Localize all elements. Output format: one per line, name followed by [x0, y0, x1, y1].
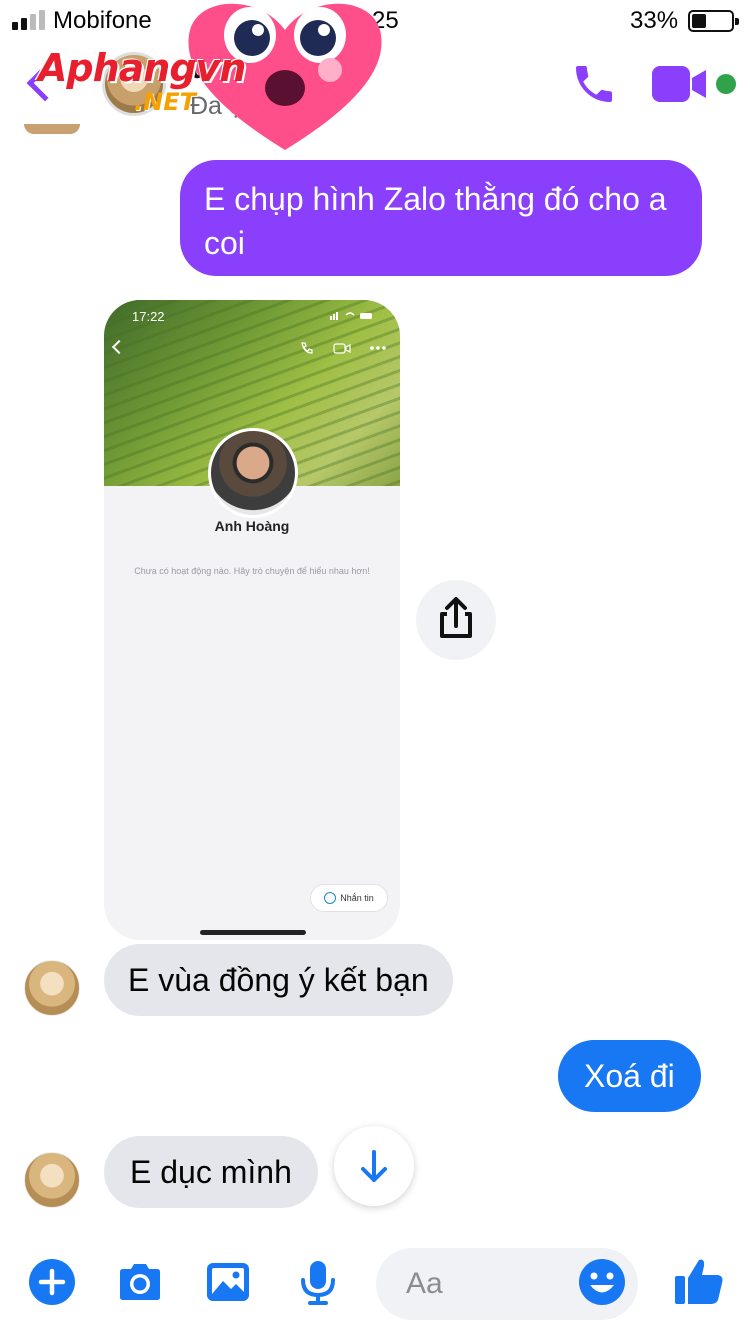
call-icon[interactable]: [570, 60, 618, 108]
profile-name: Anh Hoàng: [214, 518, 290, 534]
video-icon[interactable]: [652, 62, 708, 106]
mic-icon[interactable]: [294, 1258, 342, 1306]
contact-name[interactable]: uyen: [190, 50, 262, 86]
contact-status: Đa ộng: [190, 92, 271, 120]
message-bubble-incoming[interactable]: E dục mình: [104, 1136, 318, 1208]
shot-clock: 17:22: [132, 309, 165, 324]
clock: 25: [372, 7, 399, 34]
signal-icon: [12, 10, 45, 30]
like-icon[interactable]: [672, 1254, 726, 1308]
composer-bar: [0, 1240, 750, 1334]
message-bubble-outgoing[interactable]: Xoá đi: [558, 1040, 701, 1112]
profile-photo: [208, 428, 298, 518]
shot-action-icons: [301, 342, 386, 354]
share-button[interactable]: [416, 580, 496, 660]
back-icon[interactable]: [26, 64, 64, 102]
contact-avatar[interactable]: [102, 52, 166, 116]
emoji-icon[interactable]: [578, 1258, 626, 1306]
shared-image[interactable]: 17:22 Anh Hoàng Chưa có hoạt động nào. H…: [104, 300, 400, 940]
plus-icon[interactable]: [28, 1258, 76, 1306]
battery-icon: [688, 10, 739, 32]
previous-message-partial: [24, 124, 134, 134]
carrier-name: Mobifone: [53, 7, 152, 34]
camera-icon[interactable]: [116, 1258, 164, 1306]
scroll-down-button[interactable]: [334, 1126, 414, 1206]
home-indicator: [200, 930, 306, 935]
activity-note: Chưa có hoạt động nào. Hãy trò chuyện để…: [134, 566, 370, 576]
message-button-in-image: Nhắn tin: [310, 884, 388, 912]
chat-bubble-icon: [324, 892, 337, 904]
avatar[interactable]: [24, 1152, 80, 1208]
status-bar: Mobifone 25 33%: [0, 0, 750, 40]
battery-percent: 33%: [630, 7, 679, 34]
active-status-dot: [716, 74, 736, 94]
message-bubble-outgoing[interactable]: E chụp hình Zalo thằng đó cho a coi: [180, 160, 702, 276]
chat-header: uyen Đa ộng: [0, 40, 750, 124]
shot-status-icons: [330, 312, 372, 320]
message-bubble-incoming[interactable]: E vùa đồng ý kết bạn: [104, 944, 453, 1016]
message-button-label: Nhắn tin: [340, 893, 374, 903]
share-icon: [440, 597, 472, 638]
avatar[interactable]: [24, 960, 80, 1016]
message-input[interactable]: [406, 1262, 576, 1306]
scroll-down-icon: [361, 1150, 387, 1182]
gallery-icon[interactable]: [204, 1258, 252, 1306]
